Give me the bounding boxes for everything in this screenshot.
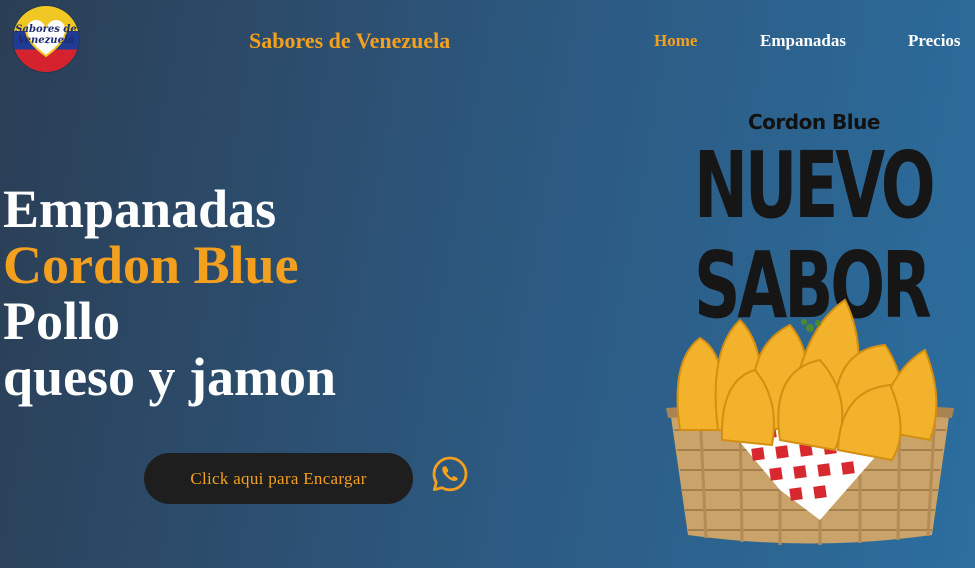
hero-line-2: Cordon Blue <box>3 235 299 295</box>
nav-precios[interactable]: Precios <box>908 31 961 51</box>
logo-text-line1: Sabores de <box>15 24 77 35</box>
logo[interactable]: Sabores de Venezuela <box>13 6 79 72</box>
hero-line-4: queso y jamon <box>3 347 337 407</box>
hero-line-1: Empanadas <box>3 179 277 239</box>
empanada-basket-image <box>666 298 954 545</box>
hero-heading: Empanadas Cordon Blue Pollo queso y jamo… <box>3 181 523 405</box>
promo-subtitle: Cordon Blue <box>748 110 880 134</box>
whatsapp-icon[interactable] <box>431 455 469 493</box>
logo-text-line2: Venezuela <box>17 35 75 46</box>
logo-text: Sabores de Venezuela <box>13 24 79 46</box>
order-button[interactable]: Click aqui para Encargar <box>144 453 413 504</box>
site-header: Sabores de Venezuela Sabores de Venezuel… <box>0 0 975 82</box>
nav-empanadas[interactable]: Empanadas <box>760 31 846 51</box>
brand-title: Sabores de Venezuela <box>249 28 451 53</box>
hero-line-3: Pollo <box>3 291 120 351</box>
promo-line-1: NUEVO <box>694 132 936 239</box>
promo-image: Cordon Blue NUEVO SABOR <box>660 100 960 550</box>
nav-home[interactable]: Home <box>654 31 697 51</box>
